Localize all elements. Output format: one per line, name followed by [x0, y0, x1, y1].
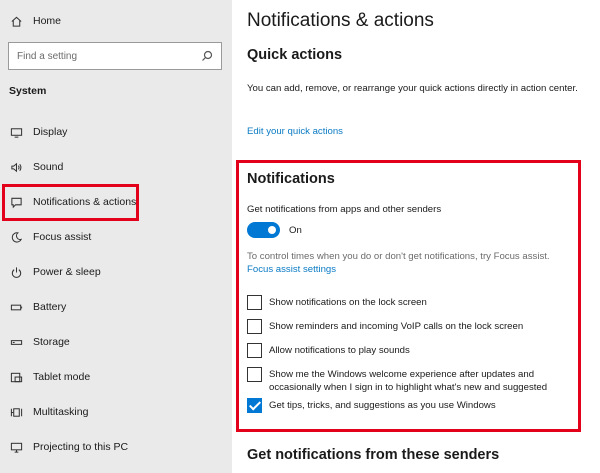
sidebar-item-sound[interactable]: Sound	[0, 152, 232, 182]
checkbox[interactable]	[247, 343, 262, 358]
sidebar-item-label: Multitasking	[33, 406, 89, 418]
search-placeholder: Find a setting	[17, 50, 78, 62]
sidebar-section-label: System	[9, 85, 47, 97]
notifications-toggle[interactable]	[247, 222, 280, 238]
sidebar-item-focus-assist[interactable]: Focus assist	[0, 222, 232, 252]
projector-icon	[9, 440, 23, 454]
checkbox-reminders-row[interactable]: Show reminders and incoming VoIP calls o…	[247, 319, 579, 334]
storage-icon	[9, 335, 23, 349]
senders-section-title: Get notifications from these senders	[247, 447, 500, 463]
main-content: Notifications & actions Quick actions Yo…	[232, 0, 600, 473]
checkbox[interactable]	[247, 367, 262, 382]
checkbox-label: Show reminders and incoming VoIP calls o…	[269, 321, 524, 332]
sidebar-item-storage[interactable]: Storage	[0, 327, 232, 357]
toggle-knob	[268, 226, 276, 234]
speaker-icon	[9, 160, 23, 174]
sidebar-item-label: Battery	[33, 301, 67, 313]
sidebar-item-label: Focus assist	[33, 231, 92, 243]
sidebar-item-battery[interactable]: Battery	[0, 292, 232, 322]
tablet-icon	[9, 370, 23, 384]
focus-assist-settings-link[interactable]: Focus assist settings	[247, 264, 336, 275]
moon-icon	[9, 230, 23, 244]
checkbox-label: Show me the Windows welcome experience a…	[269, 369, 548, 393]
sidebar-item-label: Storage	[33, 336, 70, 348]
checkbox-sounds-row[interactable]: Allow notifications to play sounds	[247, 343, 579, 358]
sidebar-home-label: Home	[33, 15, 62, 27]
checkbox-tips-row[interactable]: Get tips, tricks, and suggestions as you…	[247, 398, 579, 413]
sidebar-item-power-sleep[interactable]: Power & sleep	[0, 257, 232, 287]
search-input[interactable]: Find a setting	[8, 42, 222, 70]
monitor-icon	[9, 125, 23, 139]
notifications-toggle-label: Get notifications from apps and other se…	[247, 204, 442, 215]
focus-assist-hint: To control times when you do or don't ge…	[247, 251, 550, 262]
sidebar-item-display[interactable]: Display	[0, 117, 232, 147]
toggle-state-label: On	[289, 224, 302, 236]
edit-quick-actions-link[interactable]: Edit your quick actions	[247, 126, 343, 137]
selected-item-highlight	[2, 184, 139, 221]
checkbox-lock-screen-row[interactable]: Show notifications on the lock screen	[247, 295, 579, 310]
sidebar-item-label: Projecting to this PC	[33, 441, 129, 453]
notifications-title: Notifications	[247, 171, 335, 187]
checkbox-label: Get tips, tricks, and suggestions as you…	[269, 400, 496, 411]
checkbox[interactable]	[247, 295, 262, 310]
quick-actions-description: You can add, remove, or rearrange your q…	[247, 83, 578, 94]
search-icon	[202, 50, 213, 61]
sidebar-item-label: Power & sleep	[33, 266, 101, 278]
sidebar-item-label: Tablet mode	[33, 371, 91, 383]
sidebar-item-projecting[interactable]: Projecting to this PC	[0, 432, 232, 462]
home-icon	[9, 14, 23, 28]
sidebar-item-multitasking[interactable]: Multitasking	[0, 397, 232, 427]
power-icon	[9, 265, 23, 279]
multitasking-icon	[9, 405, 23, 419]
sidebar-item-label: Sound	[33, 161, 64, 173]
quick-actions-title: Quick actions	[247, 47, 343, 63]
battery-icon	[9, 300, 23, 314]
checkbox-label: Allow notifications to play sounds	[269, 345, 410, 356]
notifications-toggle-row: On	[247, 222, 302, 238]
checkbox-welcome-row[interactable]: Show me the Windows welcome experience a…	[247, 367, 579, 394]
sidebar-item-tablet-mode[interactable]: Tablet mode	[0, 362, 232, 392]
sidebar: Home Find a setting System Display Sound…	[0, 0, 232, 473]
page-title: Notifications & actions	[247, 10, 434, 31]
sidebar-home[interactable]: Home	[0, 6, 232, 36]
checkbox[interactable]	[247, 319, 262, 334]
checkbox-checked[interactable]	[247, 398, 262, 413]
sidebar-item-label: Display	[33, 126, 68, 138]
checkbox-label: Show notifications on the lock screen	[269, 297, 427, 308]
